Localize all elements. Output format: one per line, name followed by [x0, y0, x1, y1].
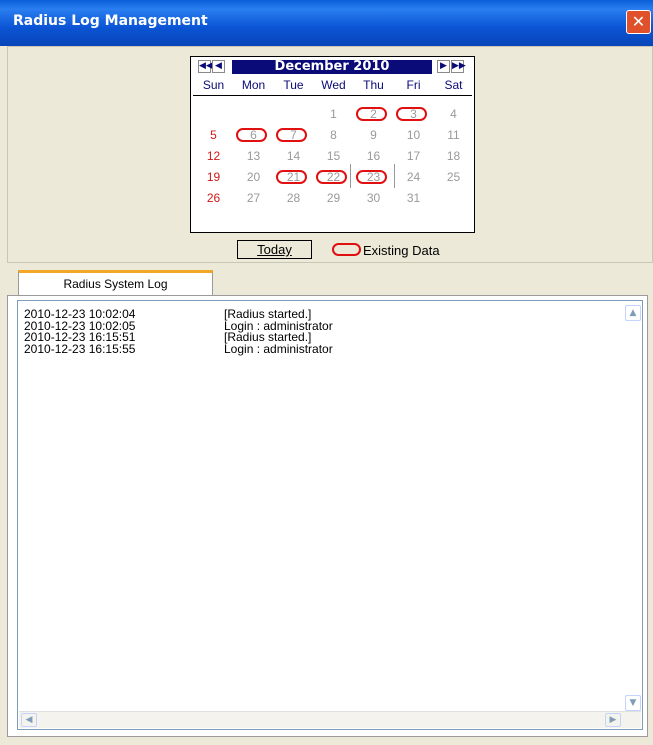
calendar-day[interactable]: 31: [393, 188, 434, 208]
title-bar[interactable]: Radius Log Management ✕: [0, 0, 653, 46]
calendar-day[interactable]: 24: [393, 167, 434, 187]
scroll-right-arrow-icon[interactable]: ▶: [605, 713, 621, 727]
weekday-label: Fri: [406, 78, 421, 92]
calendar-day[interactable]: 9: [353, 125, 394, 145]
calendar-day[interactable]: 3: [393, 104, 434, 124]
weekday-label: Thu: [363, 78, 384, 92]
calendar-day[interactable]: 12: [193, 146, 234, 166]
prev-month-button[interactable]: ◀: [212, 60, 225, 73]
month-title[interactable]: December 2010: [232, 60, 432, 74]
scroll-down-arrow-icon[interactable]: ▼: [625, 695, 641, 711]
next-year-button[interactable]: ▶▶: [451, 60, 466, 73]
log-timestamp: 2010-12-23 16:15:55: [24, 341, 136, 356]
calendar-day[interactable]: 15: [313, 146, 354, 166]
calendar-day[interactable]: 2: [353, 104, 394, 124]
calendar-day[interactable]: 29: [313, 188, 354, 208]
calendar-day[interactable]: 30: [353, 188, 394, 208]
calendar-day[interactable]: 26: [193, 188, 234, 208]
calendar-header: ◀◀ ◀ December 2010 ▶ ▶▶: [191, 57, 474, 76]
calendar-day[interactable]: 13: [233, 146, 274, 166]
weekday-label: Sat: [444, 78, 463, 92]
next-month-button[interactable]: ▶: [437, 60, 450, 73]
calendar-day[interactable]: 28: [273, 188, 314, 208]
month-calendar[interactable]: ◀◀ ◀ December 2010 ▶ ▶▶ Sun Mon Tue Wed Thu F…: [190, 56, 475, 233]
calendar-day[interactable]: 6: [233, 125, 274, 145]
legend-label: Existing Data: [363, 243, 440, 258]
prev-year-button[interactable]: ◀◀: [198, 60, 213, 73]
today-button[interactable]: Today: [237, 240, 312, 259]
horizontal-scrollbar[interactable]: ◀ ▶: [19, 711, 641, 728]
existing-data-oval-icon: [332, 243, 361, 256]
calendar-day[interactable]: 14: [273, 146, 314, 166]
calendar-day[interactable]: 20: [233, 167, 274, 187]
calendar-day[interactable]: 23: [350, 164, 395, 188]
calendar-day[interactable]: 11: [433, 125, 474, 145]
window-title: Radius Log Management: [13, 13, 208, 29]
calendar-day[interactable]: 27: [233, 188, 274, 208]
weekday-label: Wed: [321, 78, 346, 92]
calendar-day[interactable]: 19: [193, 167, 234, 187]
calendar-day[interactable]: 18: [433, 146, 474, 166]
calendar-day[interactable]: 25: [433, 167, 474, 187]
today-button-label: Today: [257, 242, 292, 257]
calendar-day[interactable]: 5: [193, 125, 234, 145]
weekday-divider: [193, 95, 472, 96]
calendar-day[interactable]: 22: [313, 167, 354, 187]
scroll-left-arrow-icon[interactable]: ◀: [21, 713, 37, 727]
radius-log-window: Radius Log Management ✕ ◀◀ ◀ December 20…: [0, 0, 653, 745]
calendar-day[interactable]: 1: [313, 104, 354, 124]
log-list[interactable]: 2010-12-23 10:02:04 [Radius started.] 2010…: [17, 300, 643, 730]
tab-radius-system-log[interactable]: Radius System Log: [18, 270, 213, 296]
calendar-day[interactable]: 21: [273, 167, 314, 187]
close-button[interactable]: ✕: [626, 10, 651, 34]
calendar-day[interactable]: 8: [313, 125, 354, 145]
weekday-label: Tue: [283, 78, 304, 92]
calendar-day[interactable]: 16: [353, 146, 394, 166]
weekday-label: Mon: [241, 78, 266, 92]
calendar-day[interactable]: 17: [393, 146, 434, 166]
calendar-day[interactable]: 7: [273, 125, 314, 145]
calendar-day[interactable]: 10: [393, 125, 434, 145]
calendar-day[interactable]: 4: [433, 104, 474, 124]
scroll-up-arrow-icon[interactable]: ▲: [625, 305, 641, 321]
log-message: Login : administrator: [224, 341, 333, 356]
weekday-label: Sun: [202, 78, 225, 92]
